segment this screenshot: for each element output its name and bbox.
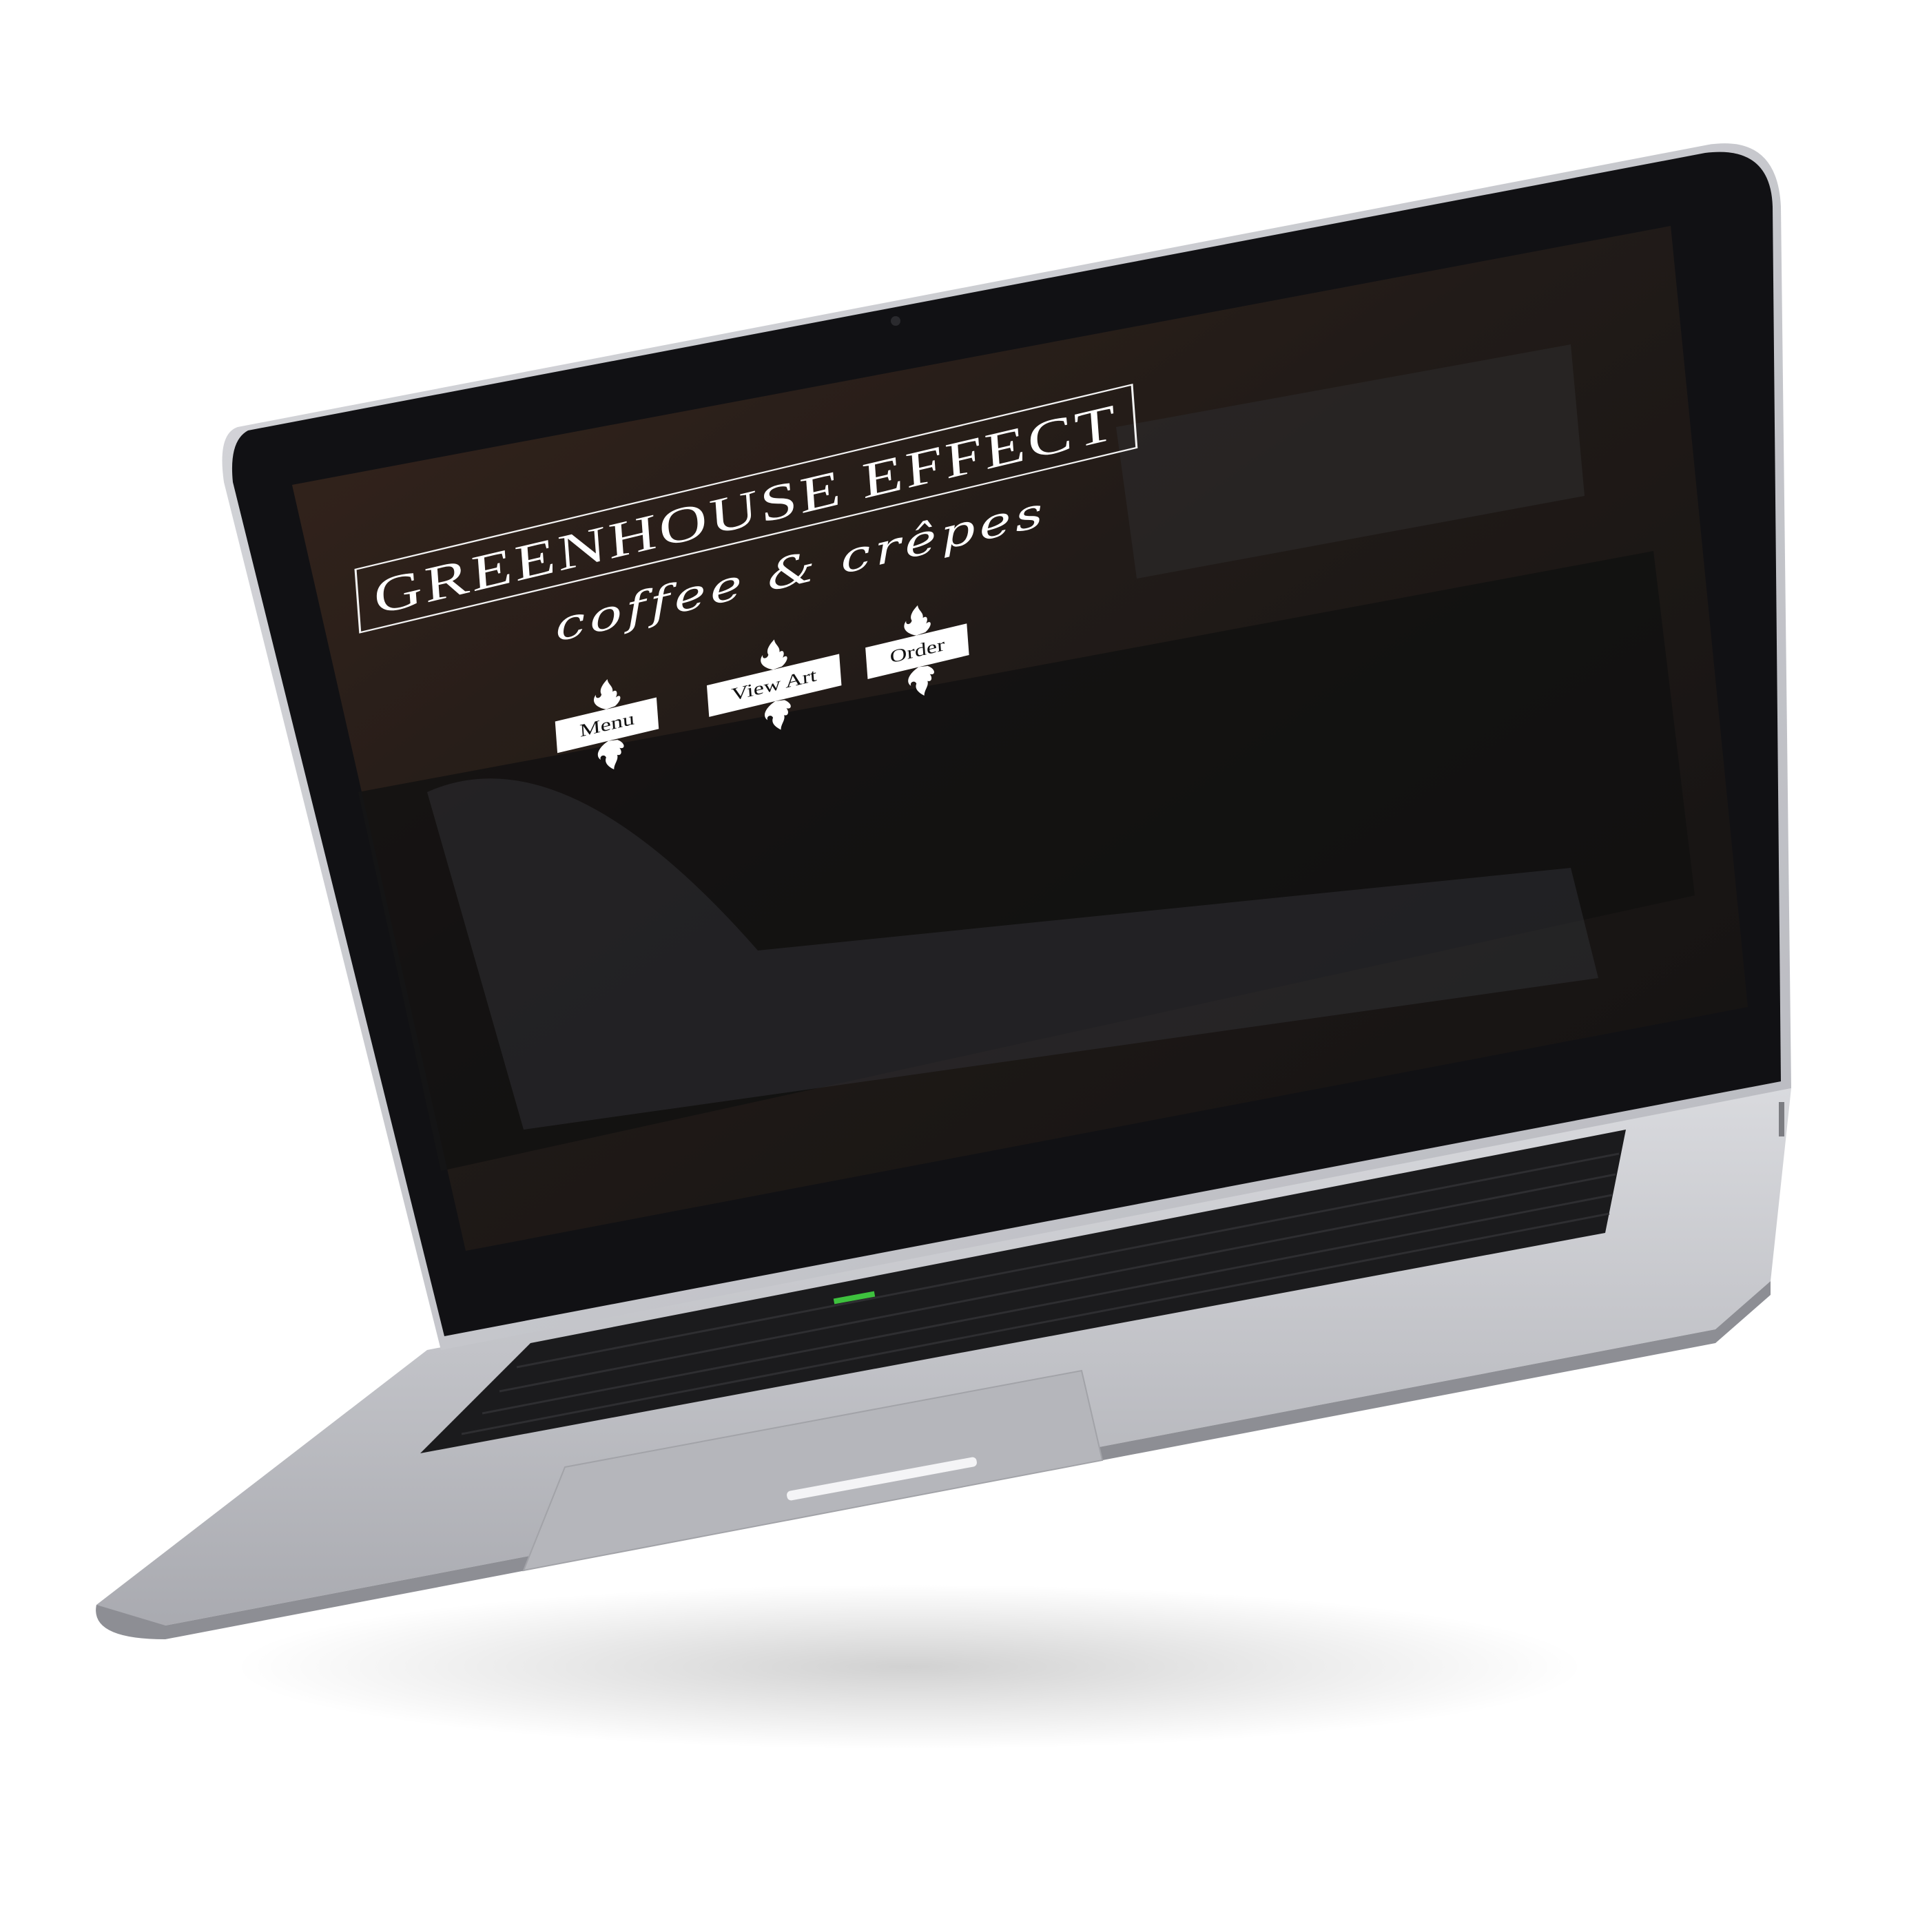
laptop-illustration (96, 143, 1791, 1749)
flame-icon (904, 605, 931, 636)
camera (891, 316, 900, 326)
floor-shadow (234, 1584, 1585, 1749)
flame-icon (760, 639, 787, 670)
flame-icon (593, 679, 621, 709)
laptop-mockup: GREENHOUSE EFFECT coffee & crêpes Menu V… (0, 0, 1929, 1929)
usb-port (1779, 1102, 1784, 1136)
